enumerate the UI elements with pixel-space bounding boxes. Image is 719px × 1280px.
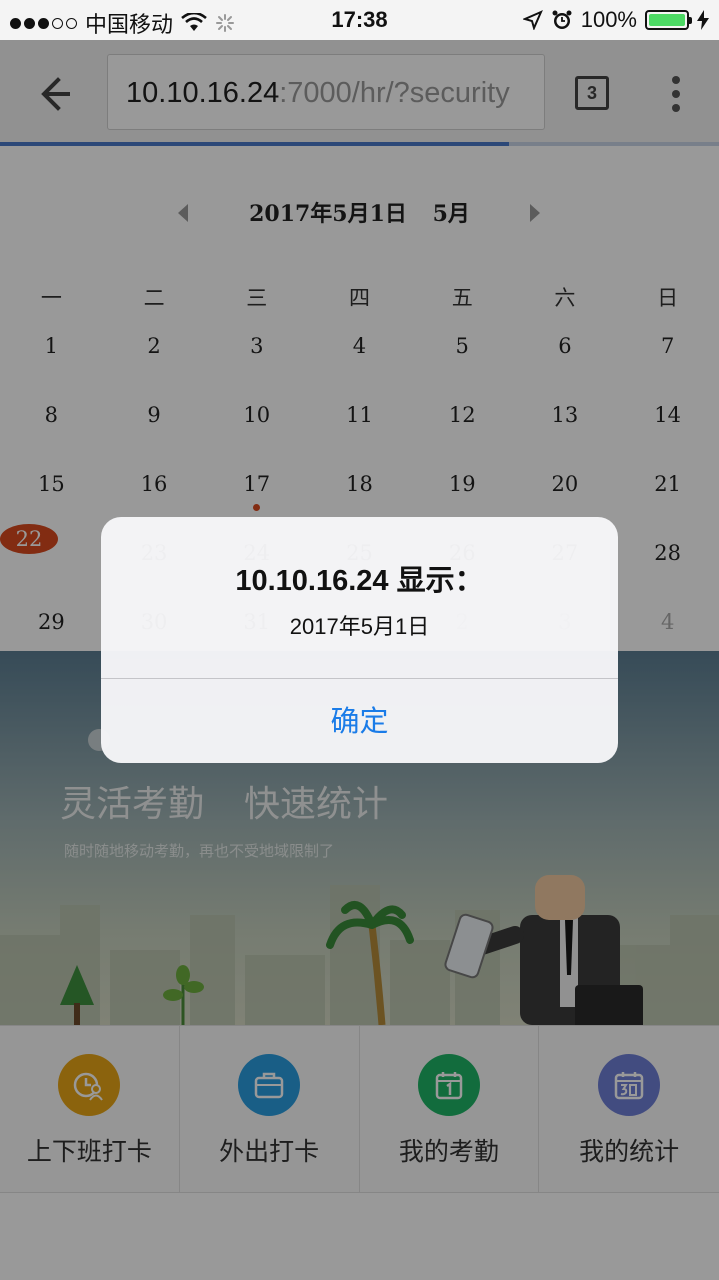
alert-dialog: 10.10.16.24 显示： 2017年5月1日 确定 (101, 517, 618, 763)
alarm-clock-icon (552, 10, 572, 29)
alert-title: 10.10.16.24 显示： (235, 565, 484, 597)
alert-ok-button[interactable]: 确定 (101, 679, 618, 763)
status-bar: 中国移动 17:38 100% (0, 0, 719, 40)
battery-icon (645, 10, 692, 30)
location-arrow-icon (522, 10, 543, 30)
alert-message: 2017年5月1日 (289, 614, 430, 639)
battery-percent: 100% (580, 7, 637, 32)
status-right: 100% (522, 7, 709, 33)
charging-bolt-icon (697, 10, 709, 30)
